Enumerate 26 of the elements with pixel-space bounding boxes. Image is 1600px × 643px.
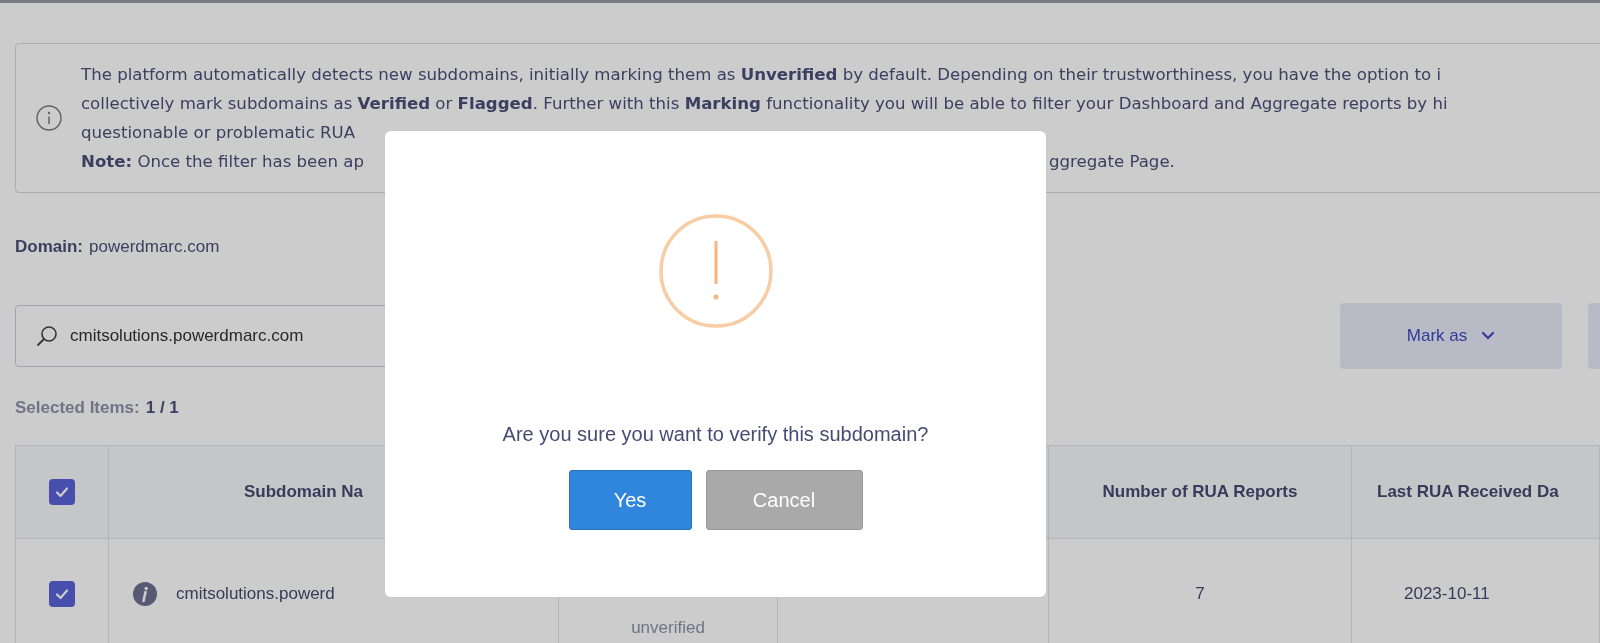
table-cell: 2023-10-11: [1404, 583, 1490, 603]
table-cell: cmitsolutions.powerd: [176, 583, 335, 604]
info-text: questionable or problematic RUA: [81, 122, 357, 144]
table-cell: 7: [1195, 583, 1205, 603]
info-text: ggregate Page.: [1049, 151, 1176, 173]
column-header: Number of RUA Reports: [1102, 482, 1298, 501]
domain-value: powerdmarc.com: [89, 237, 220, 258]
info-icon: [36, 105, 62, 131]
checkbox[interactable]: [49, 479, 75, 505]
info-icon[interactable]: [132, 580, 158, 607]
search-icon: [36, 325, 58, 347]
column-header: Subdomain Na: [244, 482, 363, 502]
chevron-down-icon: [1481, 331, 1496, 341]
checkbox[interactable]: [49, 580, 75, 607]
mark-as-dropdown[interactable]: Mark as: [1340, 303, 1562, 369]
status-text: unverified: [631, 618, 705, 637]
info-text: Note: Once the filter has been ap: [81, 151, 366, 173]
selected-items-label: Selected Items:: [15, 398, 140, 418]
confirm-button[interactable]: Yes: [568, 470, 692, 530]
dialog-message: Are you sure you want to verify this subdomain?: [502, 423, 929, 446]
domain-label: Domain:: [15, 237, 83, 258]
warning-icon: [658, 214, 773, 328]
info-text: collectively mark subdomains as Verified or Flagged. Further with this Marking functionality you will be able to filter your Dashboard and Aggregate reports by hi: [81, 93, 1448, 115]
info-text: The platform automatically detects new subdomains, initially marking them as Unverified by default. Depending on their trustworthiness, you have the option to i: [81, 64, 1443, 86]
selected-items-count: 1 / 1: [145, 398, 179, 418]
column-header: Last RUA Received Da: [1377, 482, 1559, 501]
